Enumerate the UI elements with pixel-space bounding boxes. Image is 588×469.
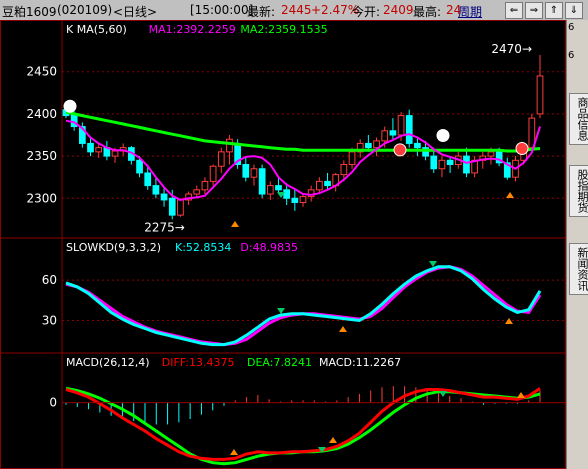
candle-body bbox=[95, 147, 103, 153]
buy-arrow-icon bbox=[230, 449, 238, 455]
candle-body bbox=[144, 172, 152, 187]
sell-arrow-icon bbox=[439, 391, 447, 397]
prev-arrow-icon[interactable]: ⇐ bbox=[505, 2, 523, 19]
buy-arrow-icon bbox=[329, 437, 337, 443]
candle-body bbox=[365, 142, 372, 149]
candle-body bbox=[258, 168, 266, 195]
candle-body bbox=[177, 199, 184, 216]
tab-index-futures[interactable]: 股指期货 bbox=[569, 165, 588, 217]
candle-body bbox=[536, 75, 544, 115]
kd-k-line bbox=[65, 265, 542, 347]
high-label: 最高: bbox=[413, 5, 442, 19]
period-button[interactable]: 周期 bbox=[458, 3, 482, 20]
candle-body bbox=[193, 189, 201, 195]
time-label: [15:00:00] bbox=[190, 3, 254, 17]
buy-arrow-icon bbox=[517, 392, 525, 398]
legend-item: MACD:11.2267 bbox=[319, 356, 401, 369]
buy-arrow-icon bbox=[339, 326, 347, 332]
candle-body bbox=[152, 185, 160, 195]
candle-body bbox=[87, 142, 94, 153]
y-tick-label: 2300 bbox=[26, 191, 57, 205]
candle-body bbox=[446, 159, 454, 166]
candle-body bbox=[160, 193, 168, 201]
chart-canvas[interactable]: 2300 2350 2400 2450 K MA(5,60) MA1:2392.2259 M… bbox=[0, 20, 566, 469]
legend-item: DIFF:13.4375 bbox=[162, 356, 235, 369]
candle-body bbox=[209, 165, 217, 182]
candle-body bbox=[266, 185, 274, 195]
y-tick-label: 2450 bbox=[26, 65, 57, 79]
y-tick-label: 30 bbox=[42, 313, 57, 327]
sidebar-number-top: 6 bbox=[568, 22, 575, 33]
candle-body bbox=[136, 159, 143, 174]
ma60-line bbox=[65, 110, 541, 153]
candle-body bbox=[463, 155, 470, 174]
buy-arrow-icon bbox=[506, 192, 514, 198]
candle-body bbox=[299, 196, 307, 203]
sell-signal-icon bbox=[63, 99, 77, 113]
buy-signal-icon bbox=[515, 141, 529, 155]
panel-title: K MA(5,60) bbox=[66, 23, 127, 36]
legend-item: K:52.8534 bbox=[175, 241, 231, 254]
panel-title: MACD(26,12,4) bbox=[66, 356, 150, 369]
candle-body bbox=[275, 185, 282, 191]
y-tick-label: 0 bbox=[49, 396, 57, 410]
candle-body bbox=[487, 151, 495, 157]
candle-body bbox=[283, 189, 291, 199]
candle-body bbox=[242, 164, 250, 178]
tab-news[interactable]: 新闻资讯 bbox=[569, 243, 588, 295]
open-value: 2409 bbox=[383, 3, 414, 17]
latest-value: 2445 bbox=[281, 3, 312, 17]
legend-item: MA2:2359.1535 bbox=[240, 23, 327, 36]
kd-d-line bbox=[65, 265, 542, 347]
sell-signal-icon bbox=[436, 129, 450, 143]
candle-body bbox=[397, 115, 405, 136]
panel-title: SLOWKD(9,3,3,2) bbox=[66, 241, 161, 254]
candle-body bbox=[226, 138, 233, 153]
legend-item: DEA:7.8241 bbox=[247, 356, 312, 369]
candle-body bbox=[348, 151, 356, 166]
candle-body bbox=[111, 150, 119, 157]
open-label: 今开: bbox=[352, 5, 381, 19]
latest-label: 最新: bbox=[247, 5, 276, 19]
y-tick-label: 60 bbox=[42, 273, 57, 287]
legend-item: D:48.9835 bbox=[240, 241, 298, 254]
candle-body bbox=[324, 180, 331, 187]
candle-body bbox=[291, 197, 299, 203]
candle-body bbox=[438, 159, 446, 170]
symbol-code: (020109) bbox=[57, 3, 113, 17]
y-tick-label: 2350 bbox=[26, 149, 57, 163]
candle-body bbox=[381, 130, 389, 142]
low-price-label: 2275→ bbox=[144, 220, 185, 234]
high-price-label: 2470→ bbox=[491, 42, 532, 56]
candle-body bbox=[430, 155, 438, 170]
candle-body bbox=[414, 142, 421, 149]
down-arrow-icon[interactable]: ⇓ bbox=[565, 2, 583, 19]
legend-item: MA1:2392.2259 bbox=[149, 23, 236, 36]
buy-arrow-icon bbox=[505, 318, 513, 324]
candle-body bbox=[405, 115, 413, 144]
buy-signal-icon bbox=[393, 143, 407, 157]
y-tick-label: 2400 bbox=[26, 107, 57, 121]
macd-diff-line bbox=[65, 387, 541, 461]
candle-body bbox=[217, 151, 225, 167]
title-bar: 豆粕1609 (020109) <日线> [15:00:00] 最新: 2445… bbox=[0, 0, 588, 21]
up-arrow-icon[interactable]: ⇑ bbox=[545, 2, 563, 19]
period-label[interactable]: <日线> bbox=[113, 3, 157, 20]
chart-area[interactable]: 2300 2350 2400 2450 K MA(5,60) MA1:2392.2259 M… bbox=[0, 20, 566, 469]
tab-commodity-info[interactable]: 商品信息 bbox=[569, 93, 588, 145]
candle-body bbox=[340, 164, 348, 176]
candle-body bbox=[389, 130, 397, 136]
candle-body bbox=[315, 180, 323, 191]
symbol-name: 豆粕1609 bbox=[2, 5, 57, 19]
sell-arrow-icon bbox=[277, 308, 285, 314]
next-arrow-icon[interactable]: ⇒ bbox=[525, 2, 543, 19]
buy-arrow-icon bbox=[231, 221, 239, 227]
sidebar-number-second: 6 bbox=[568, 50, 575, 61]
candle-body bbox=[250, 168, 258, 178]
right-sidebar: 6 6 商品信息 股指期货 新闻资讯 bbox=[566, 20, 588, 469]
candle-body bbox=[201, 180, 209, 191]
candle-body bbox=[168, 197, 176, 216]
